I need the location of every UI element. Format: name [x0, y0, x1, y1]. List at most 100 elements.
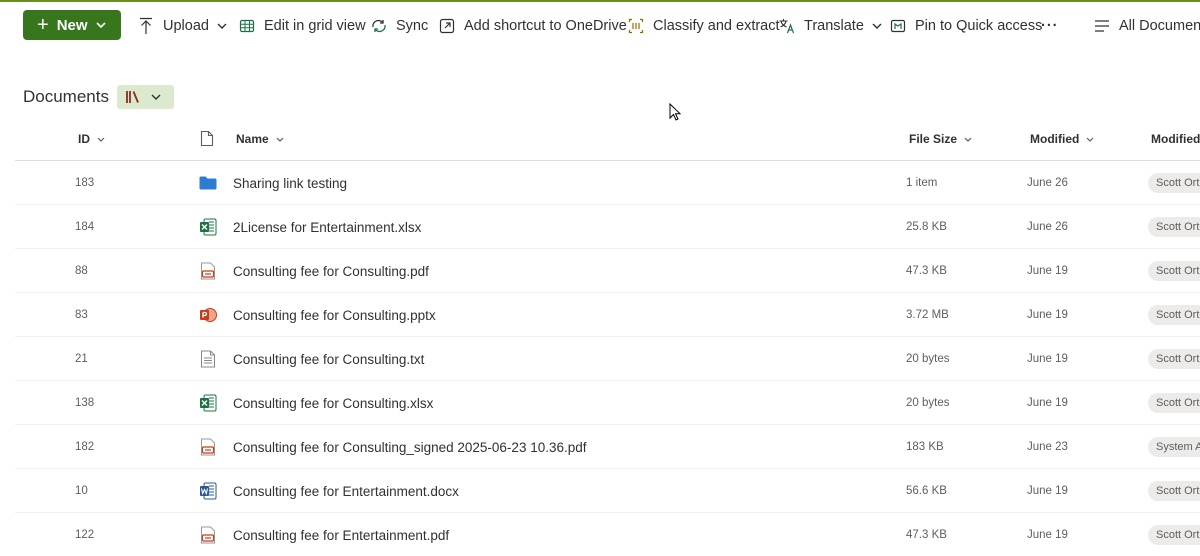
column-header-modified-label: Modified — [1030, 132, 1080, 146]
row-modified: June 19 — [1027, 353, 1068, 365]
new-button[interactable]: + New — [23, 10, 121, 40]
plus-icon: + — [37, 14, 49, 36]
table-row[interactable]: 184 2License for Entertainment.xlsx 25.8… — [15, 205, 1200, 249]
edit-grid-view-label: Edit in grid view — [264, 18, 366, 34]
row-id: 182 — [75, 441, 95, 453]
excel-file-icon — [198, 381, 218, 425]
row-name-link[interactable]: Consulting fee for Consulting_signed 202… — [233, 425, 587, 469]
view-switcher-label: All Documents — [1119, 18, 1200, 34]
row-file-size: 20 bytes — [906, 397, 950, 409]
shortcut-icon — [438, 17, 456, 35]
row-id: 122 — [75, 529, 95, 541]
column-header-modified[interactable]: Modified — [1030, 132, 1094, 146]
table-row[interactable]: 21 Consulting fee for Consulting.txt 20 … — [15, 337, 1200, 381]
column-header-name[interactable]: Name — [236, 132, 284, 146]
sync-icon — [370, 17, 388, 35]
row-modified-by[interactable]: Scott Ort — [1148, 217, 1200, 237]
row-file-size: 183 KB — [906, 441, 944, 453]
pin-quick-access-button[interactable]: Pin to Quick access — [889, 14, 1042, 38]
row-modified: June 19 — [1027, 397, 1068, 409]
list-view-icon — [1093, 17, 1111, 35]
table-row[interactable]: 88 Consulting fee for Consulting.pdf 47.… — [15, 249, 1200, 293]
pin-quick-access-label: Pin to Quick access — [915, 18, 1043, 34]
row-modified-by[interactable]: Scott Ort — [1148, 305, 1200, 325]
row-modified-by[interactable]: Scott Ort — [1148, 393, 1200, 413]
powerpoint-file-icon — [198, 293, 218, 337]
chevron-down-icon — [217, 23, 227, 29]
row-modified-by[interactable]: Scott Ort — [1148, 525, 1200, 545]
row-id: 138 — [75, 397, 95, 409]
translate-label: Translate — [804, 18, 864, 34]
more-actions-button[interactable]: ··· — [1041, 14, 1059, 38]
table-row[interactable]: 138 Consulting fee for Consulting.xlsx 2… — [15, 381, 1200, 425]
pdf-file-icon — [198, 513, 218, 556]
text-file-icon — [198, 337, 218, 381]
row-modified-by[interactable]: Scott Ort — [1148, 173, 1200, 193]
new-button-label: New — [56, 16, 88, 34]
row-modified-by[interactable]: System A — [1148, 437, 1200, 457]
chevron-down-icon — [276, 137, 284, 142]
row-name-link[interactable]: Consulting fee for Consulting.pptx — [233, 293, 436, 337]
row-modified-by[interactable]: Scott Ort — [1148, 481, 1200, 501]
row-id: 183 — [75, 177, 95, 189]
row-modified: June 19 — [1027, 485, 1068, 497]
row-name-link[interactable]: Sharing link testing — [233, 161, 347, 205]
row-modified: June 19 — [1027, 309, 1068, 321]
column-header-file-type[interactable] — [200, 130, 214, 147]
pin-icon — [889, 17, 907, 35]
column-header-modified-by-label: Modified — [1151, 132, 1200, 146]
table-row[interactable]: 183 Sharing link testing 1 item June 26 … — [15, 161, 1200, 205]
row-id: 83 — [75, 309, 88, 321]
column-header-id[interactable]: ID — [78, 132, 105, 146]
row-file-size: 3.72 MB — [906, 309, 949, 321]
folder-icon — [198, 161, 218, 205]
library-title: Documents — [23, 87, 109, 106]
column-header-id-label: ID — [78, 132, 90, 146]
classify-extract-button[interactable]: Classify and extract — [627, 14, 780, 38]
mouse-cursor-icon — [669, 103, 681, 121]
row-modified: June 26 — [1027, 221, 1068, 233]
translate-button[interactable]: Translate — [778, 14, 882, 38]
file-type-icon — [200, 130, 214, 147]
upload-button[interactable]: Upload — [137, 14, 227, 38]
chevron-down-icon — [872, 23, 882, 29]
table-row[interactable]: 122 Consulting fee for Entertainment.pdf… — [15, 513, 1200, 556]
column-header-file-size-label: File Size — [909, 132, 958, 146]
row-modified: June 26 — [1027, 177, 1068, 189]
row-modified-by[interactable]: Scott Ort — [1148, 261, 1200, 281]
table-header: ID Name File Size Modified Modified — [15, 118, 1200, 161]
table-row[interactable]: 10 Consulting fee for Entertainment.docx… — [15, 469, 1200, 513]
edit-grid-view-button[interactable]: Edit in grid view — [238, 14, 366, 38]
table-row[interactable]: 83 Consulting fee for Consulting.pptx 3.… — [15, 293, 1200, 337]
add-shortcut-button[interactable]: Add shortcut to OneDrive — [438, 14, 627, 38]
chevron-down-icon — [95, 22, 106, 28]
row-file-size: 1 item — [906, 177, 938, 189]
table-row[interactable]: 182 Consulting fee for Consulting_signed… — [15, 425, 1200, 469]
library-books-icon — [126, 91, 139, 103]
column-header-name-label: Name — [236, 132, 269, 146]
row-modified-by[interactable]: Scott Ort — [1148, 349, 1200, 369]
grid-icon — [238, 17, 256, 35]
row-modified: June 23 — [1027, 441, 1068, 453]
translate-icon — [778, 17, 796, 35]
sync-button[interactable]: Sync — [370, 14, 428, 38]
upload-icon — [137, 17, 155, 35]
row-name-link[interactable]: Consulting fee for Consulting.pdf — [233, 249, 429, 293]
word-file-icon — [198, 469, 218, 513]
command-bar: + New Upload Edit in grid view Sync Add … — [0, 2, 1200, 48]
column-header-modified-by[interactable]: Modified — [1151, 132, 1200, 146]
row-id: 88 — [75, 265, 88, 277]
more-label: ··· — [1041, 18, 1059, 34]
excel-file-icon — [198, 205, 218, 249]
row-name-link[interactable]: Consulting fee for Consulting.txt — [233, 337, 424, 381]
classify-icon — [627, 17, 645, 35]
row-name-link[interactable]: Consulting fee for Consulting.xlsx — [233, 381, 433, 425]
chevron-down-icon — [964, 137, 972, 142]
column-header-file-size[interactable]: File Size — [909, 132, 972, 146]
classify-extract-label: Classify and extract — [653, 18, 780, 34]
row-name-link[interactable]: Consulting fee for Entertainment.docx — [233, 469, 459, 513]
row-name-link[interactable]: Consulting fee for Entertainment.pdf — [233, 513, 449, 556]
row-name-link[interactable]: 2License for Entertainment.xlsx — [233, 205, 421, 249]
view-switcher-button[interactable]: All Documents — [1093, 14, 1200, 38]
library-view-toggle[interactable] — [117, 85, 174, 109]
